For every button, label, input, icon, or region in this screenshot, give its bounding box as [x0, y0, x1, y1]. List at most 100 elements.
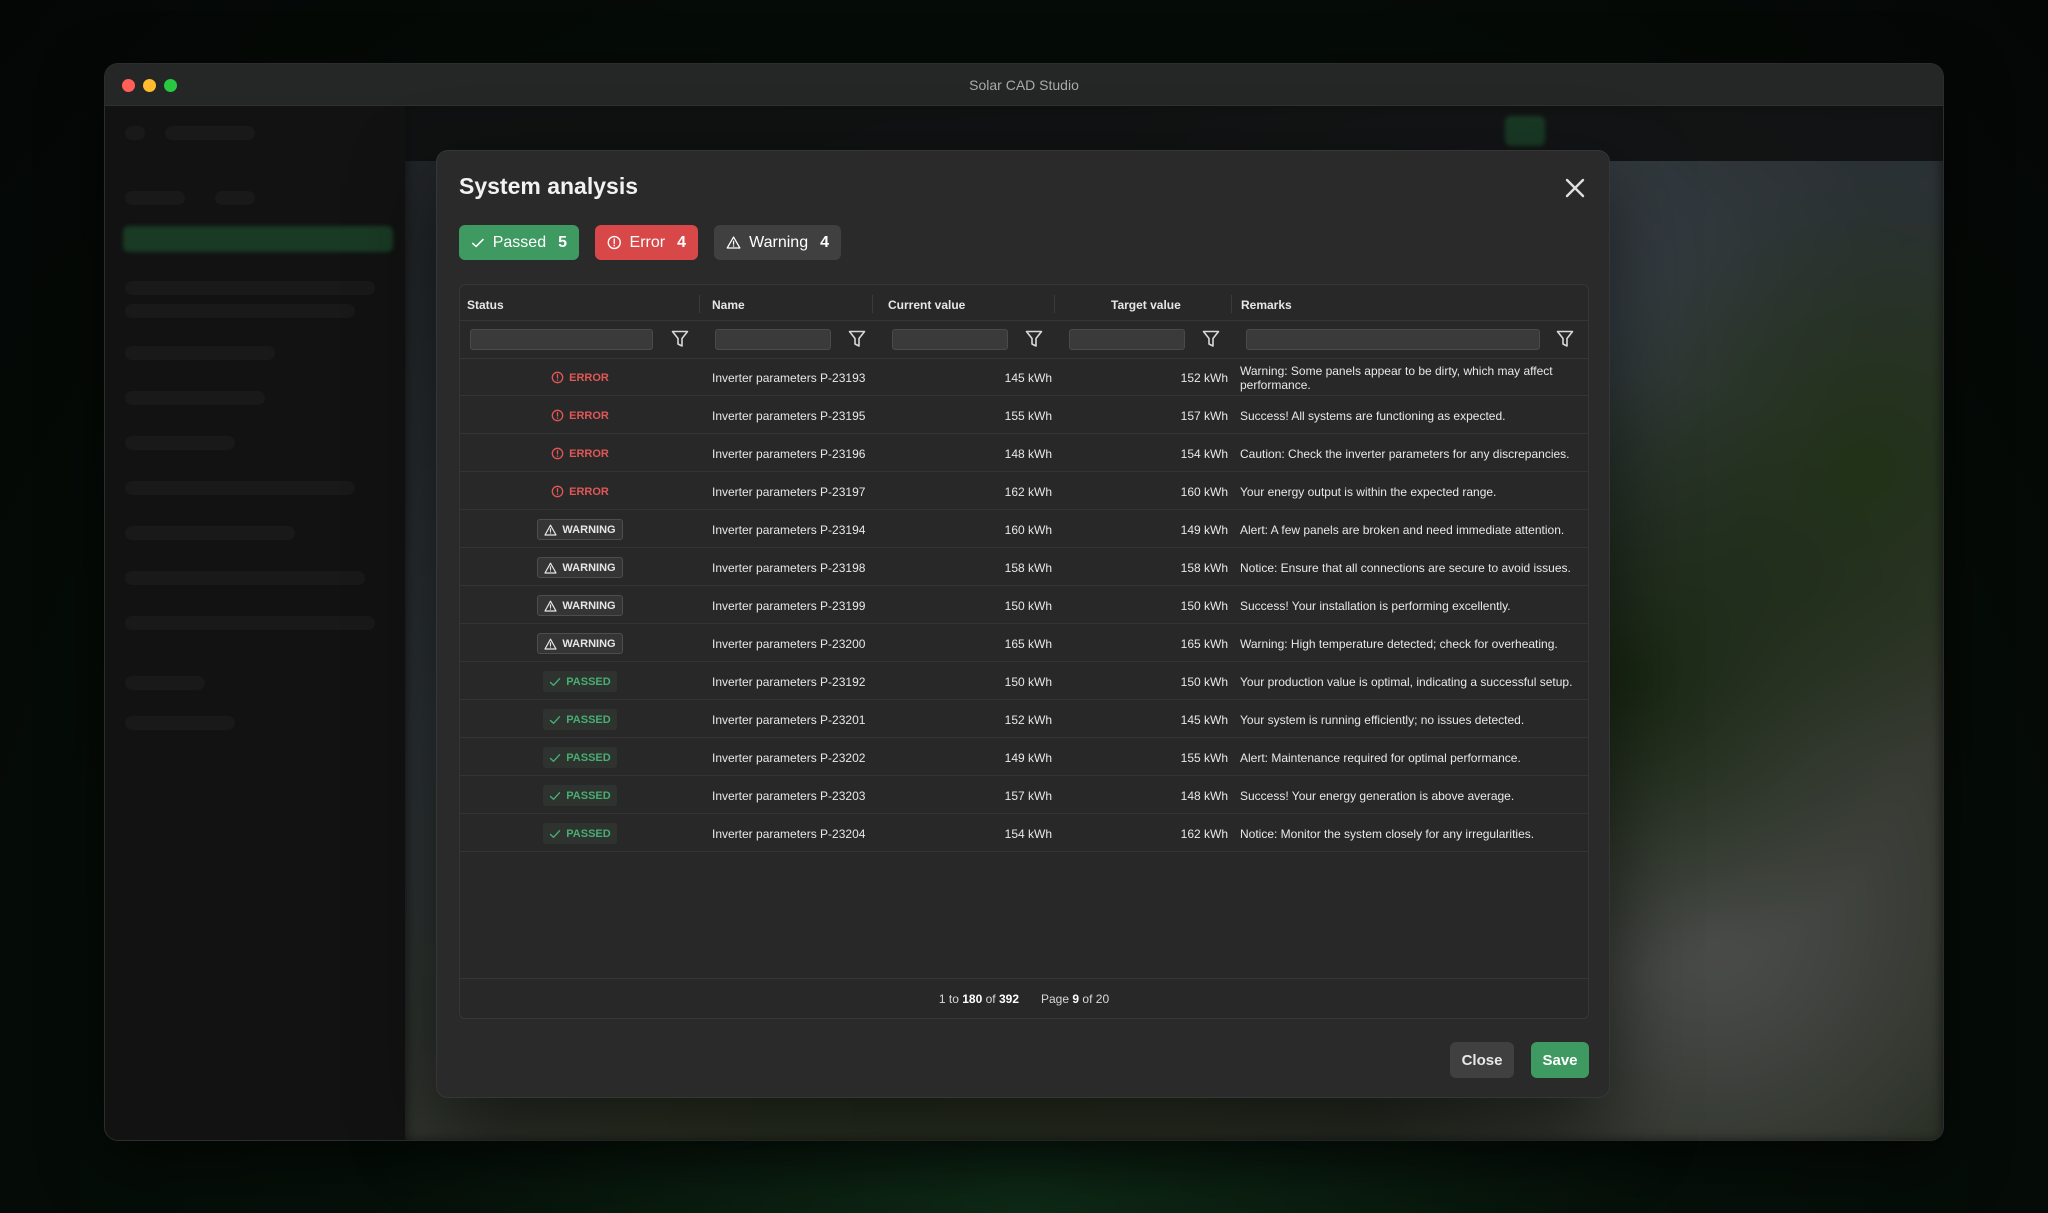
table-row[interactable]: PASSED Inverter parameters P-23201 152 kWh…: [460, 701, 1588, 738]
table-row[interactable]: ERROR Inverter parameters P-23197 162 kWh 1…: [460, 473, 1588, 510]
status-badge-label: PASSED: [566, 789, 611, 802]
of-label: of: [1082, 992, 1093, 1006]
name-cell: Inverter parameters P-23199: [712, 598, 866, 613]
remarks-cell: Caution: Check the inverter parameters f…: [1240, 446, 1570, 461]
range-prefix: 1 to: [938, 992, 959, 1006]
current-value-cell: 149 kWh: [1004, 750, 1052, 765]
target-value-cell: 152 kWh: [1180, 370, 1228, 385]
status-filter-input[interactable]: [470, 329, 653, 350]
filter-icon[interactable]: [848, 329, 866, 349]
table-row[interactable]: PASSED Inverter parameters P-23203 157 kWh…: [460, 777, 1588, 814]
target-value-cell: 162 kWh: [1180, 826, 1228, 841]
error-filter-chip[interactable]: Error 4: [595, 225, 698, 260]
status-badge-label: WARNING: [562, 523, 616, 536]
remarks-cell: Alert: Maintenance required for optimal …: [1240, 750, 1521, 765]
column-separator[interactable]: [699, 295, 700, 313]
filter-icon[interactable]: [1202, 329, 1220, 349]
filter-icon[interactable]: [1556, 329, 1574, 349]
name-cell: Inverter parameters P-23192: [712, 674, 866, 689]
status-cell: PASSED: [460, 663, 700, 700]
remarks-cell: Success! All systems are functioning as …: [1240, 408, 1506, 423]
warning-triangle-icon: [544, 524, 558, 536]
alert-circle-icon: [551, 485, 564, 498]
current-value-cell: 157 kWh: [1004, 788, 1052, 803]
table-row[interactable]: WARNING Inverter parameters P-23198 158 kW…: [460, 549, 1588, 586]
table-row[interactable]: WARNING Inverter parameters P-23194 160 kW…: [460, 511, 1588, 548]
column-header-current-value[interactable]: Current value: [888, 298, 965, 312]
status-badge-label: ERROR: [569, 447, 609, 460]
target-value-cell: 154 kWh: [1180, 446, 1228, 461]
name-cell: Inverter parameters P-23196: [712, 446, 866, 461]
status-summary-chips: Passed 5 Error 4 Warning 4: [459, 225, 841, 260]
of-label: of: [985, 992, 996, 1006]
status-badge-label: WARNING: [562, 561, 616, 574]
status-cell: ERROR: [460, 435, 700, 472]
filter-icon[interactable]: [1025, 329, 1043, 349]
remarks-cell: Warning: High temperature detected; chec…: [1240, 636, 1558, 651]
target-value-cell: 160 kWh: [1180, 484, 1228, 499]
column-header-remarks[interactable]: Remarks: [1241, 298, 1292, 312]
error-chip-label: Error: [629, 233, 666, 251]
warning-filter-chip[interactable]: Warning 4: [714, 225, 841, 260]
column-header-name[interactable]: Name: [712, 298, 745, 312]
table-row[interactable]: ERROR Inverter parameters P-23196 148 kWh 1…: [460, 435, 1588, 472]
column-separator[interactable]: [1231, 295, 1232, 313]
pagination-bar: 1 to 180 of 392 Page 9 of 20: [460, 978, 1588, 1018]
passed-chip-count: 5: [558, 233, 567, 251]
table-row[interactable]: PASSED Inverter parameters P-23202 149 kWh…: [460, 739, 1588, 776]
current-value-cell: 158 kWh: [1004, 560, 1052, 575]
status-badge: PASSED: [543, 709, 617, 730]
current-value-cell: 150 kWh: [1004, 674, 1052, 689]
save-button[interactable]: Save: [1531, 1042, 1589, 1078]
status-badge-label: ERROR: [569, 409, 609, 422]
alert-circle-icon: [607, 235, 621, 250]
name-cell: Inverter parameters P-23201: [712, 712, 866, 727]
analysis-table: Status Name Current value Target value R…: [459, 284, 1589, 1019]
status-badge-label: PASSED: [566, 713, 611, 726]
column-separator[interactable]: [1054, 295, 1055, 313]
passed-filter-chip[interactable]: Passed 5: [459, 225, 579, 260]
table-row[interactable]: PASSED Inverter parameters P-23204 154 kWh…: [460, 815, 1588, 852]
column-separator[interactable]: [872, 295, 873, 313]
table-row[interactable]: PASSED Inverter parameters P-23192 150 kWh…: [460, 663, 1588, 700]
table-row[interactable]: WARNING Inverter parameters P-23199 150 kW…: [460, 587, 1588, 624]
status-badge: PASSED: [543, 823, 617, 844]
status-cell: ERROR: [460, 473, 700, 510]
remarks-cell: Alert: A few panels are broken and need …: [1240, 522, 1565, 537]
current-value-filter-input[interactable]: [892, 329, 1008, 350]
column-header-status[interactable]: Status: [467, 298, 504, 312]
table-row[interactable]: ERROR Inverter parameters P-23195 155 kWh 1…: [460, 397, 1588, 434]
status-badge: WARNING: [537, 633, 623, 654]
range-end: 180: [962, 992, 983, 1006]
check-icon: [471, 238, 484, 247]
status-badge-label: ERROR: [569, 485, 609, 498]
name-filter-input[interactable]: [715, 329, 831, 350]
remarks-filter-input[interactable]: [1246, 329, 1540, 350]
target-value-cell: 158 kWh: [1180, 560, 1228, 575]
status-cell: WARNING: [460, 587, 700, 624]
column-header-target-value[interactable]: Target value: [1111, 298, 1181, 312]
filter-icon[interactable]: [671, 329, 689, 349]
status-cell: PASSED: [460, 815, 700, 852]
status-badge-label: PASSED: [566, 827, 611, 840]
target-value-filter-input[interactable]: [1069, 329, 1185, 350]
remarks-cell: Your production value is optimal, indica…: [1240, 674, 1573, 689]
alert-circle-icon: [551, 371, 564, 384]
table-row[interactable]: ERROR Inverter parameters P-23193 145 kWh 1…: [460, 359, 1588, 396]
close-icon[interactable]: [1562, 175, 1588, 201]
status-badge-label: ERROR: [569, 371, 609, 384]
status-badge: ERROR: [545, 367, 615, 388]
remarks-cell: Notice: Ensure that all connections are …: [1240, 560, 1571, 575]
status-badge-label: PASSED: [566, 675, 611, 688]
current-value-cell: 145 kWh: [1004, 370, 1052, 385]
status-badge: PASSED: [543, 785, 617, 806]
status-badge-label: WARNING: [562, 637, 616, 650]
current-value-cell: 162 kWh: [1004, 484, 1052, 499]
name-cell: Inverter parameters P-23195: [712, 408, 866, 423]
page-total: 20: [1095, 992, 1110, 1006]
table-row[interactable]: WARNING Inverter parameters P-23200 165 kW…: [460, 625, 1588, 662]
close-button[interactable]: Close: [1450, 1042, 1514, 1078]
system-analysis-dialog: System analysis Passed 5 Error 4 Warning…: [436, 150, 1610, 1098]
target-value-cell: 150 kWh: [1180, 674, 1228, 689]
status-cell: PASSED: [460, 739, 700, 776]
